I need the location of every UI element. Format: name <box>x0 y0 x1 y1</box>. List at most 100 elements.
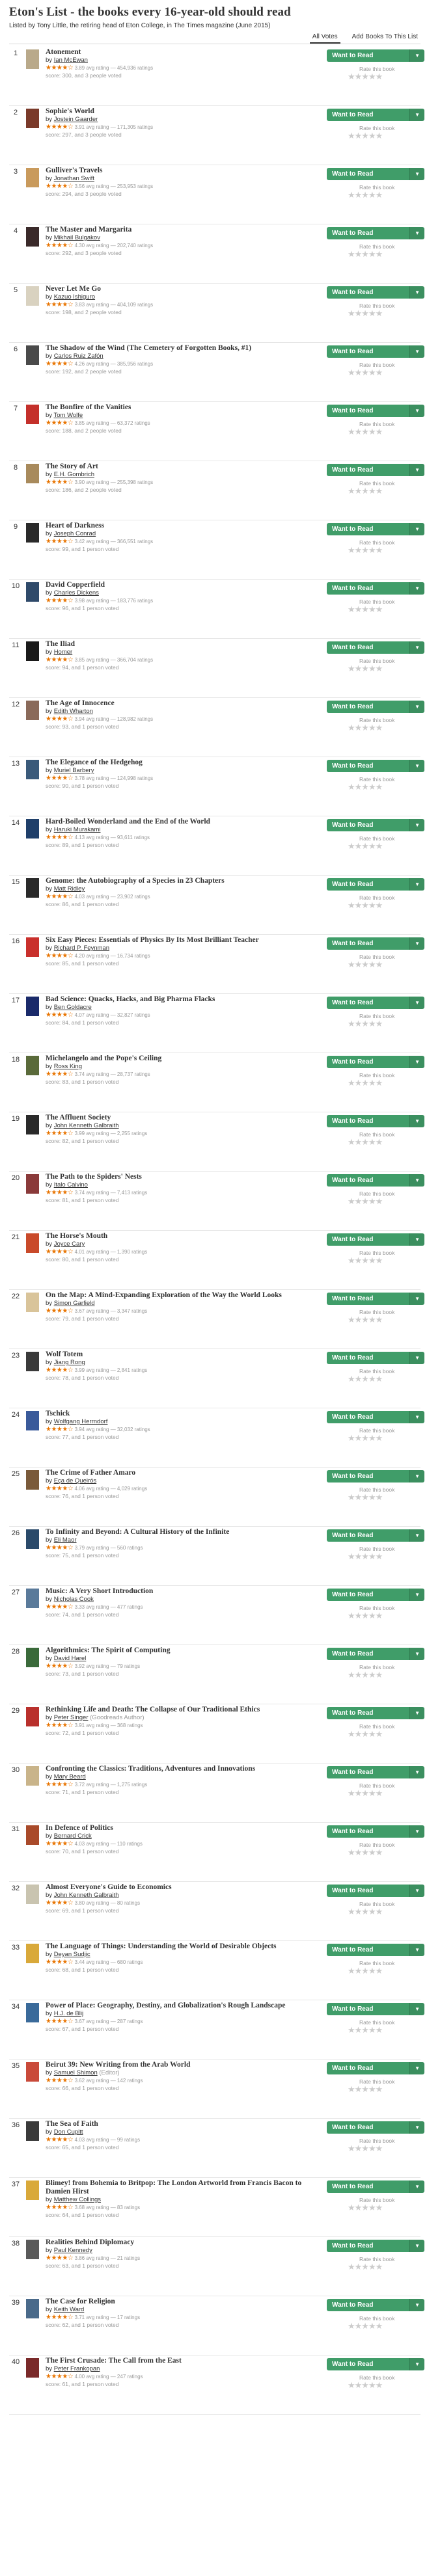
want-to-read-label[interactable]: Want to Read <box>327 523 410 535</box>
want-to-read-button[interactable]: Want to Read ▼ <box>327 1115 424 1127</box>
chevron-down-icon[interactable]: ▼ <box>409 227 424 239</box>
want-to-read-button[interactable]: Want to Read ▼ <box>327 464 424 476</box>
book-title[interactable]: The First Crusade: The Call from the Eas… <box>46 2357 306 2365</box>
chevron-down-icon[interactable]: ▼ <box>409 109 424 121</box>
book-title[interactable]: The Affluent Society <box>46 1114 306 1122</box>
want-to-read-label[interactable]: Want to Read <box>327 1766 410 1778</box>
book-title[interactable]: Atonement <box>46 48 306 57</box>
chevron-down-icon[interactable]: ▼ <box>409 1233 424 1246</box>
chevron-down-icon[interactable]: ▼ <box>409 1707 424 1719</box>
book-title[interactable]: Bad Science: Quacks, Hacks, and Big Phar… <box>46 995 306 1004</box>
rate-stars-icon[interactable]: ★★★★★ <box>348 2026 424 2035</box>
chevron-down-icon[interactable]: ▼ <box>409 168 424 180</box>
rate-stars-icon[interactable]: ★★★★★ <box>348 1670 424 1680</box>
chevron-down-icon[interactable]: ▼ <box>409 2121 424 2134</box>
want-to-read-button[interactable]: Want to Read ▼ <box>327 878 424 891</box>
want-to-read-button[interactable]: Want to Read ▼ <box>327 2240 424 2252</box>
chevron-down-icon[interactable]: ▼ <box>409 582 424 595</box>
author-link[interactable]: Samuel Shimon <box>54 2069 98 2076</box>
book-title[interactable]: The Master and Margarita <box>46 226 306 234</box>
want-to-read-label[interactable]: Want to Read <box>327 1707 410 1719</box>
author-link[interactable]: Carlos Ruiz Zafón <box>54 353 103 360</box>
book-title[interactable]: The Path to the Spiders' Nests <box>46 1173 306 1181</box>
rate-stars-icon[interactable]: ★★★★★ <box>348 1138 424 1147</box>
author-link[interactable]: Tom Wolfe <box>54 412 83 419</box>
chevron-down-icon[interactable]: ▼ <box>409 405 424 417</box>
book-title[interactable]: On the Map: A Mind-Expanding Exploration… <box>46 1291 306 1300</box>
tab-all-votes[interactable]: All Votes <box>309 32 340 44</box>
author-link[interactable]: Italo Calvino <box>54 1181 88 1188</box>
want-to-read-label[interactable]: Want to Read <box>327 2121 410 2134</box>
book-cover[interactable] <box>26 2062 39 2082</box>
want-to-read-button[interactable]: Want to Read ▼ <box>327 641 424 654</box>
book-title[interactable]: Tschick <box>46 1410 306 1418</box>
author-link[interactable]: Nicholas Cook <box>54 1596 94 1603</box>
chevron-down-icon[interactable]: ▼ <box>409 2062 424 2074</box>
want-to-read-button[interactable]: Want to Read ▼ <box>327 1766 424 1778</box>
book-title[interactable]: Heart of Darkness <box>46 522 306 530</box>
rate-stars-icon[interactable]: ★★★★★ <box>348 1611 424 1620</box>
book-cover[interactable] <box>26 1470 39 1490</box>
author-link[interactable]: E.H. Gombrich <box>54 471 94 478</box>
chevron-down-icon[interactable]: ▼ <box>409 1825 424 1838</box>
rate-stars-icon[interactable]: ★★★★★ <box>348 487 424 496</box>
want-to-read-button[interactable]: Want to Read ▼ <box>327 1174 424 1187</box>
want-to-read-button[interactable]: Want to Read ▼ <box>327 1648 424 1660</box>
rate-stars-icon[interactable]: ★★★★★ <box>348 427 424 436</box>
want-to-read-label[interactable]: Want to Read <box>327 405 410 417</box>
book-cover[interactable] <box>26 582 39 602</box>
book-cover[interactable] <box>26 641 39 661</box>
want-to-read-label[interactable]: Want to Read <box>327 1589 410 1601</box>
want-to-read-label[interactable]: Want to Read <box>327 582 410 595</box>
want-to-read-label[interactable]: Want to Read <box>327 997 410 1009</box>
author-link[interactable]: Eça de Queirós <box>54 1477 96 1484</box>
want-to-read-label[interactable]: Want to Read <box>327 1174 410 1187</box>
want-to-read-label[interactable]: Want to Read <box>327 49 410 62</box>
rate-stars-icon[interactable]: ★★★★★ <box>348 72 424 81</box>
book-cover[interactable] <box>26 1825 39 1845</box>
rate-stars-icon[interactable]: ★★★★★ <box>348 1315 424 1324</box>
book-cover[interactable] <box>26 345 39 365</box>
rate-stars-icon[interactable]: ★★★★★ <box>348 1552 424 1561</box>
book-cover[interactable] <box>26 937 39 957</box>
book-title[interactable]: Power of Place: Geography, Destiny, and … <box>46 2002 306 2010</box>
rate-stars-icon[interactable]: ★★★★★ <box>348 368 424 377</box>
want-to-read-label[interactable]: Want to Read <box>327 286 410 299</box>
book-cover[interactable] <box>26 1529 39 1549</box>
author-link[interactable]: Edith Wharton <box>54 708 93 715</box>
chevron-down-icon[interactable]: ▼ <box>409 1115 424 1127</box>
book-cover[interactable] <box>26 109 39 128</box>
chevron-down-icon[interactable]: ▼ <box>409 641 424 654</box>
book-cover[interactable] <box>26 2180 39 2200</box>
author-link[interactable]: Ross King <box>54 1063 82 1070</box>
author-link[interactable]: Kazuo Ishiguro <box>54 293 95 301</box>
rate-stars-icon[interactable]: ★★★★★ <box>348 2203 424 2212</box>
rate-stars-icon[interactable]: ★★★★★ <box>348 723 424 732</box>
want-to-read-button[interactable]: Want to Read ▼ <box>327 2121 424 2134</box>
book-cover[interactable] <box>26 405 39 424</box>
want-to-read-button[interactable]: Want to Read ▼ <box>327 109 424 121</box>
book-cover[interactable] <box>26 227 39 247</box>
author-link[interactable]: John Kenneth Galbraith <box>54 1892 119 1899</box>
chevron-down-icon[interactable]: ▼ <box>409 701 424 713</box>
want-to-read-label[interactable]: Want to Read <box>327 2358 410 2370</box>
want-to-read-label[interactable]: Want to Read <box>327 1648 410 1660</box>
book-title[interactable]: Genome: the Autobiography of a Species i… <box>46 877 306 885</box>
book-title[interactable]: Hard-Boiled Wonderland and the End of th… <box>46 818 306 826</box>
want-to-read-label[interactable]: Want to Read <box>327 1293 410 1305</box>
book-title[interactable]: The Language of Things: Understanding th… <box>46 1942 306 1951</box>
book-title[interactable]: The Bonfire of the Vanities <box>46 403 306 412</box>
want-to-read-button[interactable]: Want to Read ▼ <box>327 2358 424 2370</box>
chevron-down-icon[interactable]: ▼ <box>409 2358 424 2370</box>
want-to-read-button[interactable]: Want to Read ▼ <box>327 1470 424 1483</box>
book-cover[interactable] <box>26 1174 39 1194</box>
book-cover[interactable] <box>26 878 39 898</box>
want-to-read-label[interactable]: Want to Read <box>327 2299 410 2311</box>
book-cover[interactable] <box>26 1233 39 1253</box>
want-to-read-button[interactable]: Want to Read ▼ <box>327 345 424 358</box>
book-title[interactable]: Algorithmics: The Spirit of Computing <box>46 1646 306 1655</box>
chevron-down-icon[interactable]: ▼ <box>409 345 424 358</box>
want-to-read-button[interactable]: Want to Read ▼ <box>327 523 424 535</box>
want-to-read-label[interactable]: Want to Read <box>327 2180 410 2193</box>
book-title[interactable]: Sophie's World <box>46 107 306 116</box>
